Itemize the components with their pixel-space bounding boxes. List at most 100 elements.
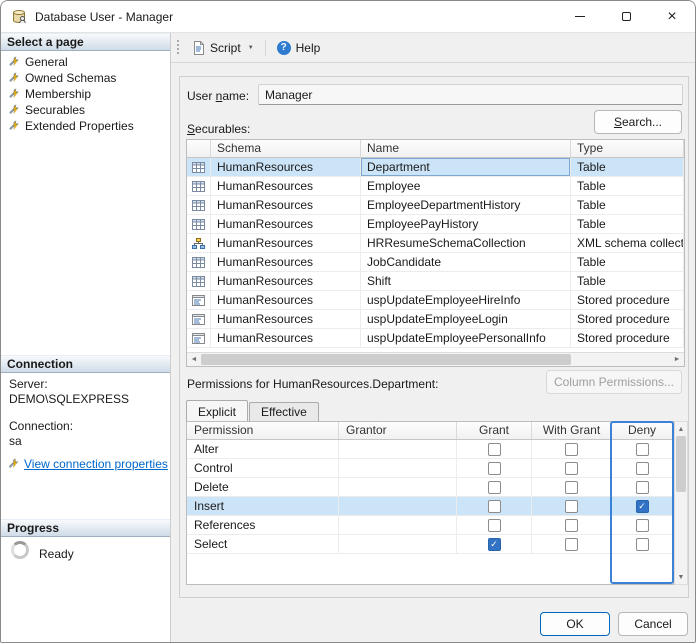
scroll-left-arrow[interactable]: ◄ (187, 353, 201, 366)
stored-procedure-icon (192, 333, 205, 344)
with-grant-checkbox[interactable]: ✓ (565, 518, 578, 532)
sidebar-item-securables[interactable]: Securables (1, 102, 170, 118)
deny-checkbox[interactable]: ✓ (635, 499, 649, 513)
database-user-dialog: Database User - Manager × Select a page … (0, 0, 696, 643)
help-icon: ? (276, 40, 291, 55)
view-connection-properties-link[interactable]: View connection properties (24, 457, 168, 471)
scroll-down-arrow[interactable]: ▼ (675, 570, 687, 584)
scroll-right-arrow[interactable]: ► (670, 353, 684, 366)
permission-row[interactable]: Alter ✓ ✓ ✓ (187, 440, 673, 459)
deny-checkbox[interactable]: ✓ (635, 537, 649, 551)
name-cell: Department (361, 158, 571, 177)
sidebar-item-label: Securables (25, 103, 86, 117)
cancel-button[interactable]: Cancel (618, 612, 688, 636)
maximize-button[interactable] (603, 1, 649, 32)
properties-page-icon (8, 88, 20, 100)
column-permissions-button[interactable]: Column Permissions... (546, 370, 682, 394)
permission-row[interactable]: Delete ✓ ✓ ✓ (187, 478, 673, 497)
table-row[interactable]: HumanResources uspUpdateEmployeePersonal… (187, 329, 684, 348)
stored-procedure-icon (192, 295, 205, 306)
deny-checkbox[interactable]: ✓ (635, 461, 649, 475)
user-name-label: User name: (187, 89, 250, 103)
sidebar-item-label: Owned Schemas (25, 71, 117, 85)
user-name-input[interactable] (258, 84, 683, 105)
table-icon (192, 257, 205, 268)
table-icon (192, 162, 205, 173)
horizontal-scrollbar[interactable]: ◄ ► (187, 352, 684, 366)
vertical-scrollbar[interactable]: ▲ ▼ (674, 421, 688, 585)
type-cell: Stored procedure (571, 310, 684, 329)
stored-procedure-icon (192, 314, 205, 325)
type-cell: Table (571, 253, 684, 272)
grant-checkbox[interactable]: ✓ (487, 480, 501, 494)
grant-checkbox[interactable]: ✓ (487, 518, 501, 532)
with-grant-checkbox[interactable]: ✓ (565, 480, 578, 494)
deny-checkbox[interactable]: ✓ (635, 518, 649, 532)
sidebar-item-general[interactable]: General (1, 54, 170, 70)
with-grant-checkbox[interactable]: ✓ (565, 461, 578, 475)
titlebar[interactable]: Database User - Manager × (1, 1, 695, 33)
sidebar: Select a page General Owned Schemas Memb… (1, 33, 171, 642)
type-cell: Table (571, 177, 684, 196)
schema-cell: HumanResources (211, 177, 361, 196)
grant-checkbox[interactable]: ✓ (487, 442, 501, 456)
table-row[interactable]: HumanResources uspUpdateEmployeeLogin St… (187, 310, 684, 329)
grant-column-header: Grant (457, 422, 532, 439)
scrollbar-thumb[interactable] (201, 354, 571, 365)
permission-row[interactable]: Select ✓ ✓ ✓ (187, 535, 673, 554)
schema-cell: HumanResources (211, 234, 361, 253)
grantor-cell (339, 478, 457, 497)
table-row[interactable]: HumanResources EmployeeDepartmentHistory… (187, 196, 684, 215)
grantor-cell (339, 497, 457, 516)
table-row[interactable]: HumanResources Employee Table (187, 177, 684, 196)
connection-properties-icon (7, 458, 20, 470)
type-cell: Stored procedure (571, 329, 684, 348)
table-icon (192, 200, 205, 211)
deny-checkbox[interactable]: ✓ (635, 480, 649, 494)
name-cell: uspUpdateEmployeeLogin (361, 310, 571, 329)
permission-row[interactable]: Control ✓ ✓ ✓ (187, 459, 673, 478)
ok-button[interactable]: OK (540, 612, 610, 636)
table-row[interactable]: HumanResources HRResumeSchemaCollection … (187, 234, 684, 253)
scroll-up-arrow[interactable]: ▲ (675, 422, 687, 436)
grant-checkbox[interactable]: ✓ (487, 461, 501, 475)
tab-explicit[interactable]: Explicit (186, 400, 249, 421)
table-icon (192, 181, 205, 192)
connection-header: Connection (1, 355, 170, 373)
grant-checkbox[interactable]: ✓ (487, 537, 501, 551)
with-grant-checkbox[interactable]: ✓ (565, 537, 578, 551)
tab-effective[interactable]: Effective (249, 402, 319, 421)
permission-row[interactable]: Insert ✓ ✓ ✓ (187, 497, 673, 516)
help-button-label: Help (295, 40, 321, 55)
permission-row[interactable]: References ✓ ✓ ✓ (187, 516, 673, 535)
securables-table: Schema Name Type HumanResources Departme… (186, 139, 685, 367)
toolbar-grip[interactable] (177, 39, 179, 56)
sidebar-item-extended-properties[interactable]: Extended Properties (1, 118, 170, 134)
name-cell: EmployeeDepartmentHistory (361, 196, 571, 215)
table-row[interactable]: HumanResources Shift Table (187, 272, 684, 291)
help-button[interactable]: ? Help (270, 37, 328, 59)
search-button[interactable]: Search... (594, 110, 682, 134)
with-grant-checkbox[interactable]: ✓ (565, 442, 578, 456)
scrollbar-thumb[interactable] (676, 436, 686, 492)
connection-label: Connection: (9, 419, 74, 433)
table-row[interactable]: HumanResources Department Table (187, 158, 684, 177)
permission-cell: Delete (187, 478, 339, 497)
securables-table-header: Schema Name Type (187, 140, 684, 158)
table-row[interactable]: HumanResources uspUpdateEmployeeHireInfo… (187, 291, 684, 310)
table-row[interactable]: HumanResources JobCandidate Table (187, 253, 684, 272)
name-cell: Shift (361, 272, 571, 291)
with-grant-checkbox[interactable]: ✓ (565, 499, 578, 513)
sidebar-item-membership[interactable]: Membership (1, 86, 170, 102)
deny-checkbox[interactable]: ✓ (635, 442, 649, 456)
script-button[interactable]: Script ▼ (185, 37, 261, 59)
table-row[interactable]: HumanResources EmployeePayHistory Table (187, 215, 684, 234)
sidebar-item-owned-schemas[interactable]: Owned Schemas (1, 70, 170, 86)
minimize-button[interactable] (557, 1, 603, 32)
type-cell: Table (571, 272, 684, 291)
grant-checkbox[interactable]: ✓ (487, 499, 501, 513)
close-button[interactable]: × (649, 1, 695, 32)
schema-cell: HumanResources (211, 215, 361, 234)
name-column-header: Name (361, 140, 571, 157)
name-cell: JobCandidate (361, 253, 571, 272)
